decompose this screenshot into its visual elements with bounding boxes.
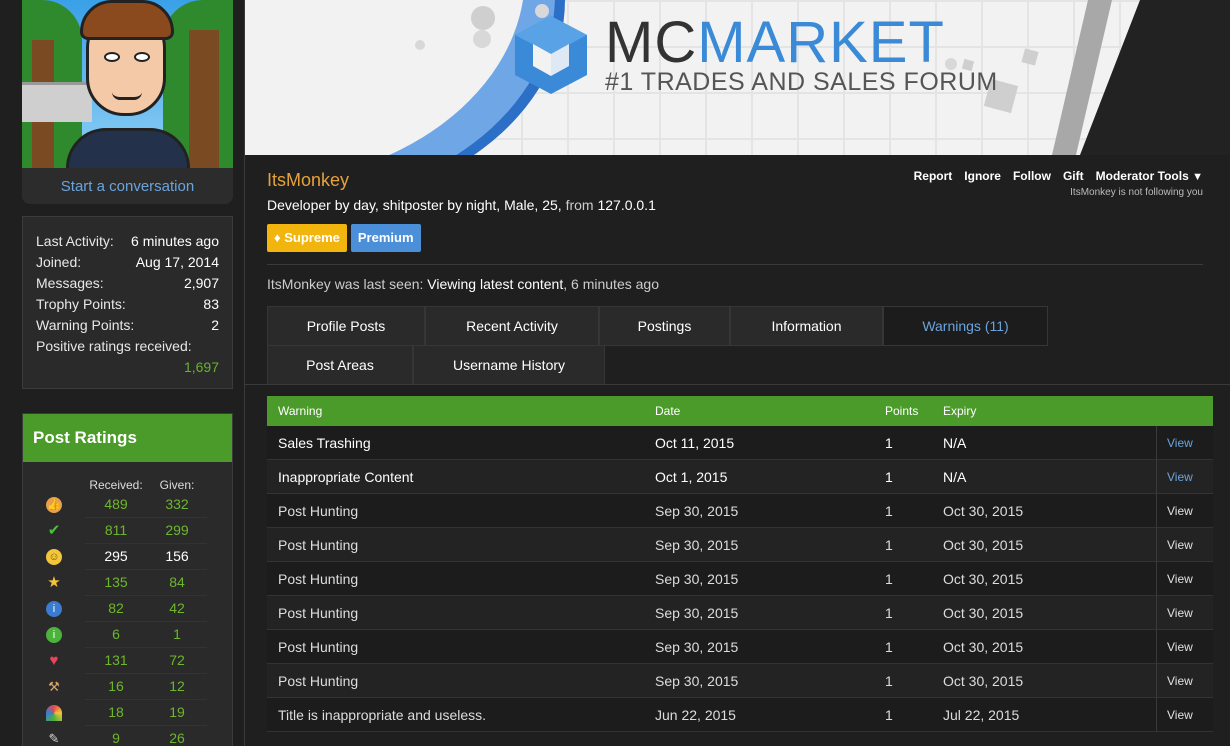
profile-sidebar: Start a conversation Last Activity: 6 min… [22, 0, 233, 746]
tab-information[interactable]: Information [730, 306, 883, 346]
profile-tabs: Profile Posts Recent Activity Postings I… [267, 306, 1048, 385]
site-banner[interactable]: MCMARKET #1 TRADES AND SALES FORUM [245, 0, 1230, 155]
view-warning-link[interactable]: View [1156, 664, 1213, 697]
view-warning-link[interactable]: View [1156, 460, 1213, 493]
stat-warning-points: Warning Points: 2 [36, 317, 219, 333]
tabs-divider [245, 384, 1230, 385]
table-row: Title is inappropriate and useless. Jun … [267, 698, 1213, 732]
ignore-link[interactable]: Ignore [964, 168, 1001, 184]
user-stats: Last Activity: 6 minutes ago Joined: Aug 1… [22, 216, 233, 389]
table-row: Post Hunting Sep 30, 2015 1 Oct 30, 2015… [267, 630, 1213, 664]
thumbs-up-icon: 👍 [46, 497, 62, 513]
tab-warnings[interactable]: Warnings (11) [883, 306, 1048, 346]
profile-actions: Report Ignore Follow Gift Moderator Tool… [914, 168, 1203, 198]
table-row: Post Hunting Sep 30, 2015 1 Oct 30, 2015… [267, 528, 1213, 562]
diamond-icon: ♦ [274, 230, 285, 245]
follow-status: ItsMonkey is not following you [1070, 187, 1203, 198]
checkmark-icon: ✔ [47, 522, 61, 539]
last-seen: ItsMonkey was last seen: Viewing latest … [267, 276, 659, 292]
stat-positive-value[interactable]: 1,697 [36, 357, 219, 378]
stat-last-activity: Last Activity: 6 minutes ago [36, 233, 219, 249]
table-row: Post Hunting Sep 30, 2015 1 Oct 30, 2015… [267, 494, 1213, 528]
wrench-icon: ⚒ [48, 679, 60, 694]
tab-username-history[interactable]: Username History [413, 345, 605, 385]
tab-post-areas[interactable]: Post Areas [267, 345, 413, 385]
table-row: Post Hunting Sep 30, 2015 1 Oct 30, 2015… [267, 562, 1213, 596]
view-warning-link[interactable]: View [1156, 494, 1213, 527]
rating-row: ✎ 9 26 [23, 726, 232, 746]
rating-row: ⚒ 16 12 [23, 674, 232, 700]
user-badges: ♦ Supreme Premium [267, 224, 1203, 252]
green-info-icon: i [46, 627, 62, 643]
heart-icon: ♥ [49, 652, 59, 669]
stat-positive-label: Positive ratings received: [36, 338, 192, 354]
view-warning-link[interactable]: View [1156, 698, 1213, 731]
banner-title: MCMARKET [605, 10, 945, 75]
table-row: Post Hunting Sep 30, 2015 1 Oct 30, 2015… [267, 664, 1213, 698]
table-row: Inappropriate Content Oct 1, 2015 1 N/A … [267, 460, 1213, 494]
view-warning-link[interactable]: View [1156, 562, 1213, 595]
mcmarket-logo-icon [515, 16, 587, 94]
rating-row: i 6 1 [23, 622, 232, 648]
ratings-column-headers: Received: Given: [89, 478, 195, 492]
rainbow-icon [46, 705, 62, 721]
rating-row: ✔ 811 299 [23, 518, 232, 544]
star-icon: ★ [47, 574, 61, 591]
user-location-link[interactable]: 127.0.0.1 [597, 197, 655, 213]
table-header: Warning Date Points Expiry [267, 396, 1213, 426]
view-warning-link[interactable]: View [1156, 630, 1213, 663]
moderator-tools-menu[interactable]: Moderator Tools ▼ [1096, 168, 1203, 184]
rating-row: ☺ 295 156 [23, 544, 232, 570]
divider [267, 264, 1203, 265]
post-ratings-panel: Post Ratings Received: Given: 👍 489 332 … [22, 413, 233, 746]
smiley-icon: ☺ [46, 549, 62, 565]
chevron-down-icon: ▼ [1192, 171, 1203, 183]
paintbrush-icon: ✎ [48, 731, 60, 746]
follow-link[interactable]: Follow [1013, 168, 1051, 184]
info-icon: i [46, 601, 62, 617]
view-warning-link[interactable]: View [1156, 426, 1213, 459]
profile-header: ItsMonkey Developer by day, shitposter b… [267, 168, 1203, 294]
last-seen-activity-link[interactable]: Viewing latest content [427, 276, 563, 292]
table-row: Sales Trashing Oct 11, 2015 1 N/A View [267, 426, 1213, 460]
supreme-badge: ♦ Supreme [267, 224, 347, 252]
user-avatar[interactable] [22, 0, 233, 168]
stat-messages: Messages: 2,907 [36, 275, 219, 291]
tab-postings[interactable]: Postings [599, 306, 730, 346]
tab-recent-activity[interactable]: Recent Activity [425, 306, 599, 346]
premium-badge: Premium [350, 224, 421, 252]
report-link[interactable]: Report [914, 168, 953, 184]
stat-trophy-points: Trophy Points: 83 [36, 296, 219, 312]
rating-row: ♥ 131 72 [23, 648, 232, 674]
stat-joined: Joined: Aug 17, 2014 [36, 254, 219, 270]
rating-row: ★ 135 84 [23, 570, 232, 596]
view-warning-link[interactable]: View [1156, 596, 1213, 629]
rating-row: i 82 42 [23, 596, 232, 622]
banner-subtitle: #1 TRADES AND SALES FORUM [605, 68, 998, 96]
gift-link[interactable]: Gift [1063, 168, 1084, 184]
rating-row: 👍 489 332 [23, 492, 232, 518]
post-ratings-title: Post Ratings [23, 414, 232, 462]
view-warning-link[interactable]: View [1156, 528, 1213, 561]
rating-row: 18 19 [23, 700, 232, 726]
start-conversation-link[interactable]: Start a conversation [22, 168, 233, 204]
table-row: Post Hunting Sep 30, 2015 1 Oct 30, 2015… [267, 596, 1213, 630]
warnings-table: Warning Date Points Expiry Sales Trashin… [267, 396, 1213, 732]
tab-profile-posts[interactable]: Profile Posts [267, 306, 425, 346]
